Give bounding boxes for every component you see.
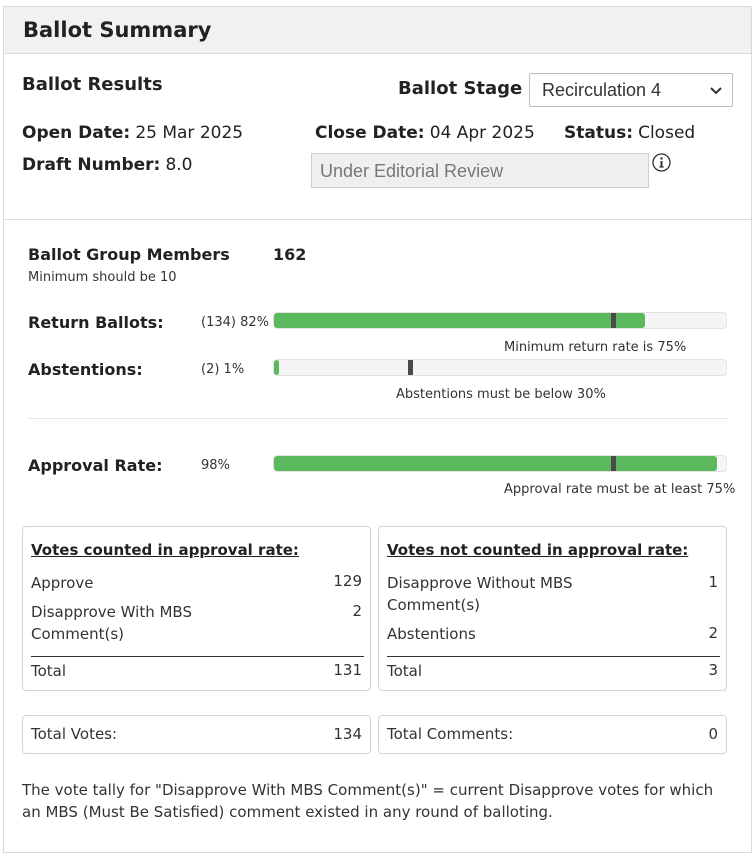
counted-row-value: 2: [352, 602, 362, 620]
review-status-field: Under Editorial Review: [311, 153, 649, 188]
total-comments-value: 0: [708, 725, 718, 743]
abstentions-bar: [273, 359, 727, 376]
status-value: Closed: [638, 123, 696, 143]
tally-footnote: The vote tally for "Disapprove With MBS …: [22, 781, 714, 821]
info-icon[interactable]: [652, 153, 671, 172]
approval-rate-fill: [274, 456, 717, 471]
open-date-value: 25 Mar 2025: [135, 123, 244, 143]
counted-row-label: Disapprove With MBS Comment(s): [31, 603, 192, 643]
not-counted-row-value: 1: [708, 573, 718, 591]
approval-rate-threshold-marker: [611, 456, 616, 471]
return-ballots-count: (134) 82%: [201, 315, 269, 330]
not-counted-total-rule: [387, 656, 720, 657]
total-votes-box: Total Votes: 134: [22, 715, 371, 754]
not-counted-total-label: Total: [387, 662, 423, 680]
draft-number: Draft Number: 8.0: [22, 155, 192, 175]
bars-divider: [28, 418, 727, 419]
close-date: Close Date: 04 Apr 2025: [315, 123, 535, 143]
group-members-note: Minimum should be 10: [28, 270, 177, 285]
draft-number-value: 8.0: [165, 155, 193, 175]
total-comments-box: Total Comments: 0: [378, 715, 727, 754]
total-comments-label: Total Comments:: [387, 725, 514, 743]
panel-header: Ballot Summary: [4, 7, 751, 54]
ballot-results-heading: Ballot Results: [22, 74, 163, 95]
return-ballots-threshold-marker: [611, 313, 616, 328]
approval-rate-label: Approval Rate:: [28, 456, 163, 475]
counted-row-label: Approve: [31, 574, 94, 592]
counted-total-label: Total: [31, 662, 67, 680]
abstentions-threshold-marker: [407, 360, 413, 375]
return-ballots-note: Minimum return rate is 75%: [504, 340, 687, 355]
votes-counted-heading: Votes counted in approval rate:: [31, 541, 299, 559]
open-date: Open Date: 25 Mar 2025: [22, 123, 243, 143]
group-members-value: 162: [273, 245, 307, 264]
approval-rate-note: Approval rate must be at least 75%: [504, 482, 736, 497]
counted-total-value: 131: [333, 661, 362, 679]
abstentions-count: (2) 1%: [201, 362, 245, 377]
ballot-stage-selected: Recirculation 4: [542, 80, 662, 100]
votes-not-counted-heading: Votes not counted in approval rate:: [387, 541, 689, 559]
not-counted-row-label: Disapprove Without MBS Comment(s): [387, 574, 573, 614]
return-ballots-label: Return Ballots:: [28, 313, 164, 332]
chevron-down-icon: [710, 87, 722, 95]
close-date-value: 04 Apr 2025: [429, 123, 535, 143]
abstentions-fill: [274, 360, 279, 375]
not-counted-row-value: 2: [708, 624, 718, 642]
status-label: Status:: [564, 123, 633, 143]
ballot-stage-label: Ballot Stage: [398, 78, 523, 99]
group-members-label: Ballot Group Members: [28, 245, 230, 264]
return-ballots-bar: [273, 312, 727, 329]
close-date-label: Close Date:: [315, 123, 425, 143]
status: Status: Closed: [564, 123, 695, 143]
counted-total-rule: [31, 656, 364, 657]
approval-rate-bar: [273, 455, 727, 472]
not-counted-total-value: 3: [708, 661, 718, 679]
approval-rate-count: 98%: [201, 458, 230, 473]
total-votes-value: 134: [333, 725, 362, 743]
ballot-stage-select[interactable]: Recirculation 4: [529, 73, 733, 107]
return-ballots-fill: [274, 313, 645, 328]
open-date-label: Open Date:: [22, 123, 131, 143]
draft-number-label: Draft Number:: [22, 155, 161, 175]
counted-row-value: 129: [333, 572, 362, 590]
not-counted-row-label: Abstentions: [387, 625, 476, 643]
abstentions-label: Abstentions:: [28, 360, 143, 379]
abstentions-note: Abstentions must be below 30%: [396, 387, 606, 402]
votes-counted-box: Votes counted in approval rate: Approve …: [22, 526, 371, 691]
panel-title: Ballot Summary: [23, 18, 212, 42]
section-divider: [4, 219, 751, 220]
votes-not-counted-box: Votes not counted in approval rate: Disa…: [378, 526, 727, 691]
review-status-text: Under Editorial Review: [320, 161, 504, 181]
total-votes-label: Total Votes:: [31, 725, 118, 743]
